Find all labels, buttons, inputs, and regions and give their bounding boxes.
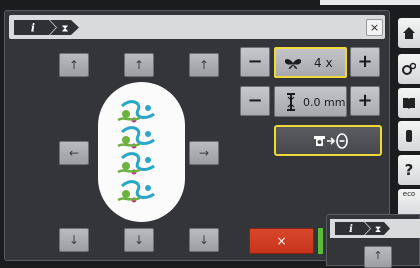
- secondary-tabs: i ⧗: [335, 222, 390, 235]
- move-up-left-button[interactable]: ↑: [59, 53, 89, 77]
- home-button[interactable]: [398, 18, 420, 48]
- settings-button[interactable]: [398, 54, 420, 84]
- stitch-length-increase-button[interactable]: +: [350, 86, 380, 116]
- move-up-right-button[interactable]: ↑: [189, 53, 219, 77]
- hoop-move-icon: [314, 133, 348, 149]
- help-button[interactable]: ?: [398, 155, 420, 185]
- move-right-button[interactable]: →: [189, 141, 219, 165]
- secondary-up-button[interactable]: ↑: [364, 246, 392, 268]
- embroidery-motif: [116, 100, 156, 204]
- move-down-button[interactable]: ↓: [124, 228, 154, 252]
- book-button[interactable]: [398, 88, 420, 118]
- scale-decrease-button[interactable]: −: [240, 47, 270, 77]
- cancel-button[interactable]: ×: [249, 228, 314, 254]
- hourglass-icon: ⧗: [61, 24, 68, 35]
- scale-value: 4 x: [314, 56, 333, 70]
- tutorial-button[interactable]: [398, 121, 420, 151]
- dialog-tabs: i ⧗: [14, 20, 79, 35]
- move-left-button[interactable]: ←: [59, 141, 89, 165]
- secondary-hourglass-icon: ⧗: [375, 225, 381, 235]
- close-button[interactable]: ×: [366, 19, 383, 36]
- scale-increase-button[interactable]: +: [350, 47, 380, 77]
- move-up-button[interactable]: ↑: [124, 53, 154, 77]
- top-edge-strip: [320, 0, 420, 5]
- hoop-move-button[interactable]: [274, 125, 382, 156]
- settings-icon: [402, 62, 417, 75]
- help-icon: ?: [404, 161, 414, 179]
- move-down-left-button[interactable]: ↓: [59, 228, 89, 252]
- scale-field[interactable]: 4 x: [274, 47, 347, 78]
- home-icon: [403, 27, 415, 39]
- secondary-info-icon: i: [349, 224, 353, 235]
- book-icon: [403, 98, 415, 109]
- confirm-button-edge[interactable]: [318, 228, 323, 254]
- stitch-length-value: 0.0 mm: [303, 96, 346, 109]
- stitch-length-decrease-button[interactable]: −: [240, 86, 270, 116]
- butterfly-icon: [284, 59, 302, 69]
- move-down-right-button[interactable]: ↓: [189, 228, 219, 252]
- eco-icon: eco: [402, 190, 416, 198]
- stitch-length-icon: [287, 93, 295, 111]
- tutorial-icon: [406, 130, 412, 142]
- stitch-length-field[interactable]: 0.0 mm: [274, 86, 347, 117]
- info-icon: i: [31, 22, 35, 35]
